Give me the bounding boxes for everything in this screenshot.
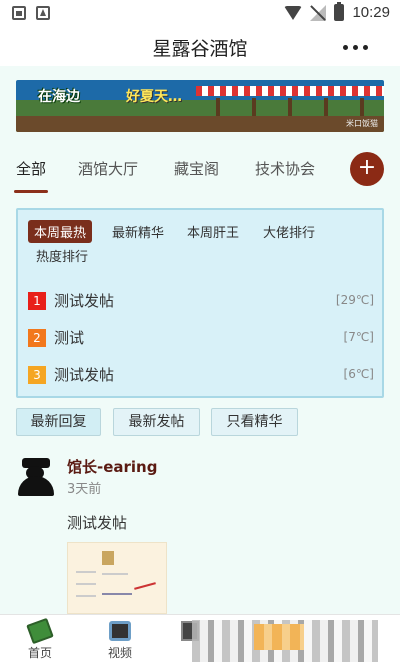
rank-badge: 1 (28, 292, 46, 310)
rank-badge: 3 (28, 366, 46, 384)
post-image-thumbnail[interactable] (67, 542, 167, 614)
battery-icon (334, 2, 345, 21)
nav-label: 首页 (27, 646, 52, 660)
nav-item-home[interactable]: 首页 (10, 617, 70, 661)
post-content[interactable]: 测试发帖 (67, 512, 127, 533)
post-time: 3天前 (67, 482, 102, 497)
ranking-item-title: 测试发帖 (54, 366, 115, 384)
status-time: 10:29 (352, 4, 390, 21)
ranking-item[interactable]: 2 测试 [7℃] (28, 327, 374, 349)
ranking-item[interactable]: 1 测试发帖 [29℃] (28, 290, 374, 312)
banner-ground (16, 116, 384, 132)
ranking-item-heat: [7℃] (343, 330, 374, 344)
filter-latest-reply-button[interactable]: 最新回复 (16, 408, 101, 436)
home-book-icon (26, 617, 54, 645)
ranking-item[interactable]: 3 测试发帖 [6℃] (28, 364, 374, 386)
banner-awning (196, 86, 384, 96)
nav-item-video[interactable]: 视频 (90, 621, 150, 661)
status-bar: 10:29 (0, 0, 400, 28)
ranking-item-heat: [29℃] (335, 293, 374, 307)
more-options-icon[interactable] (343, 45, 368, 50)
ranking-item-heat: [6℃] (343, 367, 374, 381)
title-bar: 星露谷酒馆 (0, 28, 400, 66)
rank-tab-weekly-hot[interactable]: 本周最热 (28, 220, 93, 243)
rank-badge: 2 (28, 329, 46, 347)
banner-text-right: 好夏天… (126, 89, 182, 105)
avatar[interactable] (16, 456, 56, 496)
wifi-icon (284, 5, 303, 20)
active-tab-indicator (14, 190, 48, 193)
ranking-item-title: 测试发帖 (54, 292, 115, 310)
pixelated-overlay (192, 620, 378, 662)
tab-all[interactable]: 全部 (16, 158, 46, 179)
lock-icon (12, 6, 26, 20)
filter-featured-only-button[interactable]: 只看精华 (211, 408, 298, 436)
tab-tavern-hall[interactable]: 酒馆大厅 (78, 158, 138, 179)
rank-tab-latest-featured[interactable]: 最新精华 (106, 220, 170, 243)
tab-tech-association[interactable]: 技术协会 (255, 158, 315, 179)
banner-watermark: 米口饭猫 (346, 119, 378, 128)
rank-tab-top-players[interactable]: 大佬排行 (257, 220, 321, 243)
alert-icon (36, 6, 50, 20)
main-content: 在海边 好夏天… 米口饭猫 全部 酒馆大厅 藏宝阁 技术协会 + 本周最热 最新… (0, 66, 400, 614)
nav-label: 视频 (107, 646, 132, 660)
tv-icon (109, 621, 131, 641)
banner-text-left: 在海边 (38, 89, 80, 105)
forum-banner[interactable]: 在海边 好夏天… 米口饭猫 (16, 80, 384, 132)
rank-tab-weekly-grinder[interactable]: 本周肝王 (181, 220, 245, 243)
rank-tab-heat[interactable]: 热度排行 (30, 244, 94, 267)
no-signal-icon (310, 4, 327, 21)
page-title: 星露谷酒馆 (152, 38, 248, 60)
post-author[interactable]: 馆长-earing (67, 456, 157, 477)
ranking-card: 本周最热 最新精华 本周肝王 大佬排行 热度排行 1 测试发帖 [29℃] 2 … (16, 208, 384, 398)
add-post-button[interactable]: + (350, 152, 384, 186)
category-tabs: 全部 酒馆大厅 藏宝阁 技术协会 + (0, 148, 400, 196)
banner-fence (216, 98, 376, 118)
tab-treasure-pavilion[interactable]: 藏宝阁 (174, 158, 219, 179)
filter-latest-post-button[interactable]: 最新发帖 (113, 408, 200, 436)
ranking-item-title: 测试 (54, 329, 85, 347)
